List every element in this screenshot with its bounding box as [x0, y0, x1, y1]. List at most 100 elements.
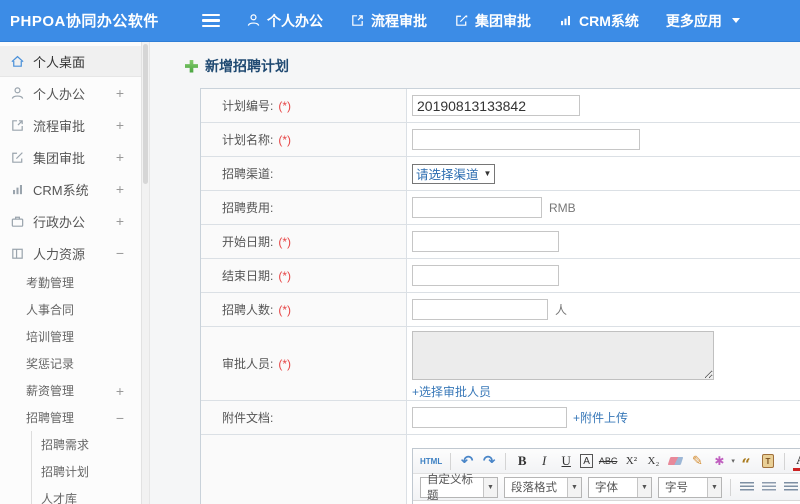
select-value: 自定义标题: [427, 474, 473, 502]
superscript-button[interactable]: X²: [623, 451, 639, 471]
collapse-icon[interactable]: −: [116, 410, 124, 426]
select-caret-icon: ▼: [483, 477, 497, 497]
edit-icon: [10, 150, 25, 165]
sidebar-label: 个人办公: [33, 86, 86, 102]
nav-item-group-approval[interactable]: 集团审批: [454, 11, 531, 31]
main-content: 新增招聘计划 计划编号: (*) 计划名称: (*) 招聘渠道: 请选择渠道 ▼: [150, 42, 800, 504]
italic-button[interactable]: I: [536, 451, 552, 471]
blockquote-button[interactable]: “: [738, 451, 754, 473]
headcount-row: 招聘人数: (*) 人: [201, 293, 800, 327]
fee-input[interactable]: [412, 197, 542, 218]
sidebar-label: 流程审批: [33, 118, 86, 134]
paste-button[interactable]: T: [760, 451, 776, 471]
align-center-icon[interactable]: [762, 482, 776, 492]
font-border-button[interactable]: A: [580, 454, 593, 468]
nav-label: 流程审批: [371, 12, 427, 29]
plan-number-input[interactable]: [412, 95, 580, 116]
underline-button[interactable]: U: [558, 451, 574, 471]
font-size-select[interactable]: 字号 ▼: [658, 476, 722, 498]
html-source-button[interactable]: HTML: [420, 451, 442, 471]
expand-icon[interactable]: +: [116, 117, 124, 133]
nav-label: CRM系统: [579, 12, 639, 29]
sidebar-item-attendance[interactable]: 考勤管理: [0, 269, 141, 296]
expand-icon[interactable]: +: [116, 85, 124, 101]
sidebar-item-reward-record[interactable]: 奖惩记录: [0, 350, 141, 377]
required-mark: (*): [278, 356, 292, 371]
scrollbar-thumb[interactable]: [143, 44, 148, 184]
headcount-input[interactable]: [412, 299, 548, 320]
approver-textarea[interactable]: [412, 331, 714, 380]
sidebar-item-admin-office[interactable]: 行政办公 +: [0, 205, 141, 237]
sidebar-label: 考勤管理: [26, 276, 75, 290]
paragraph-format-select[interactable]: 段落格式 ▼: [504, 476, 582, 498]
sidebar-item-workflow-approval[interactable]: 流程审批 +: [0, 109, 141, 141]
expand-icon[interactable]: +: [116, 149, 124, 165]
plan-number-row: 计划编号: (*): [201, 89, 800, 123]
sidebar-item-talent-pool[interactable]: 人才库: [32, 485, 141, 504]
undo-button[interactable]: ↶: [459, 451, 475, 471]
sidebar-label: 人事合同: [26, 303, 75, 317]
nav-item-workflow-approval[interactable]: 流程审批: [350, 11, 427, 31]
subscript-button[interactable]: X₂: [645, 451, 661, 471]
expand-icon[interactable]: +: [116, 213, 124, 229]
sidebar-item-salary[interactable]: 薪资管理 +: [0, 377, 141, 404]
field-label: 审批人员:: [222, 357, 274, 371]
sidebar-item-hr[interactable]: 人力资源 −: [0, 237, 141, 269]
description-row: HTML ↶ ↷ B I U A ABC X² X₂ ✎ ✱ ▾ “ T 自定义…: [201, 435, 800, 504]
field-label: 附件文档:: [222, 411, 274, 425]
user-icon: [10, 86, 25, 101]
font-family-select[interactable]: 字体 ▼: [588, 476, 652, 498]
sidebar-item-recruit-plan[interactable]: 招聘计划: [32, 458, 141, 485]
choose-approver-link[interactable]: +选择审批人员: [412, 383, 491, 400]
chevron-down-icon[interactable]: ▾: [731, 457, 735, 465]
sidebar-label: 招聘需求: [41, 438, 90, 452]
attachment-upload-link[interactable]: +附件上传: [573, 409, 628, 426]
nav-item-crm[interactable]: CRM系统: [558, 11, 639, 31]
sidebar-item-group-approval[interactable]: 集团审批 +: [0, 141, 141, 173]
chevron-down-icon: [731, 18, 740, 23]
align-left-icon[interactable]: [740, 482, 754, 492]
plan-name-input[interactable]: [412, 129, 640, 150]
bold-button[interactable]: B: [514, 451, 530, 471]
align-right-icon[interactable]: [784, 482, 798, 492]
channel-select[interactable]: 请选择渠道 ▼: [412, 163, 496, 184]
sidebar-item-recruit-demand[interactable]: 招聘需求: [32, 431, 141, 458]
sidebar-item-hr-contract[interactable]: 人事合同: [0, 296, 141, 323]
page-title: 新增招聘计划: [185, 56, 289, 76]
nav-item-more-apps[interactable]: 更多应用: [666, 11, 740, 31]
collapse-icon[interactable]: −: [116, 245, 124, 261]
plus-icon: [185, 59, 198, 73]
custom-heading-select[interactable]: 自定义标题 ▼: [420, 474, 498, 502]
font-color-button[interactable]: A: [792, 451, 800, 471]
nav-label: 个人办公: [267, 12, 323, 29]
field-label: 计划编号:: [222, 99, 274, 113]
required-mark: (*): [278, 268, 292, 283]
start-date-input[interactable]: [412, 231, 559, 252]
nav-item-personal-office[interactable]: 个人办公: [246, 11, 323, 31]
select-value: 字号: [665, 482, 688, 494]
select-value: 字体: [595, 482, 618, 494]
sidebar-scrollbar[interactable]: [142, 42, 150, 504]
remove-format-button[interactable]: [667, 451, 684, 471]
sidebar-item-recruit-mgmt[interactable]: 招聘管理 −: [0, 404, 141, 431]
menu-toggle-icon[interactable]: [202, 13, 220, 28]
quick-format-button[interactable]: ✱: [711, 451, 727, 471]
attachment-input[interactable]: [412, 407, 567, 428]
required-mark: (*): [278, 132, 292, 147]
sidebar-label: 招聘管理: [26, 411, 75, 425]
recruit-plan-form: 计划编号: (*) 计划名称: (*) 招聘渠道: 请选择渠道 ▼: [200, 88, 800, 504]
redo-button[interactable]: ↷: [481, 451, 497, 471]
app-brand: PHPOA协同办公软件: [10, 13, 159, 30]
required-mark: (*): [278, 98, 292, 113]
end-date-input[interactable]: [412, 265, 559, 286]
required-mark: (*): [278, 234, 292, 249]
sidebar-label: 薪资管理: [26, 384, 75, 398]
strikethrough-button[interactable]: ABC: [599, 451, 618, 471]
expand-icon[interactable]: +: [116, 383, 124, 399]
sidebar-item-personal-office[interactable]: 个人办公 +: [0, 77, 141, 109]
sidebar-item-crm[interactable]: CRM系统 +: [0, 173, 141, 205]
expand-icon[interactable]: +: [116, 181, 124, 197]
format-brush-button[interactable]: ✎: [689, 451, 705, 471]
sidebar-item-desktop[interactable]: 个人桌面: [0, 46, 141, 77]
sidebar-item-training[interactable]: 培训管理: [0, 323, 141, 350]
